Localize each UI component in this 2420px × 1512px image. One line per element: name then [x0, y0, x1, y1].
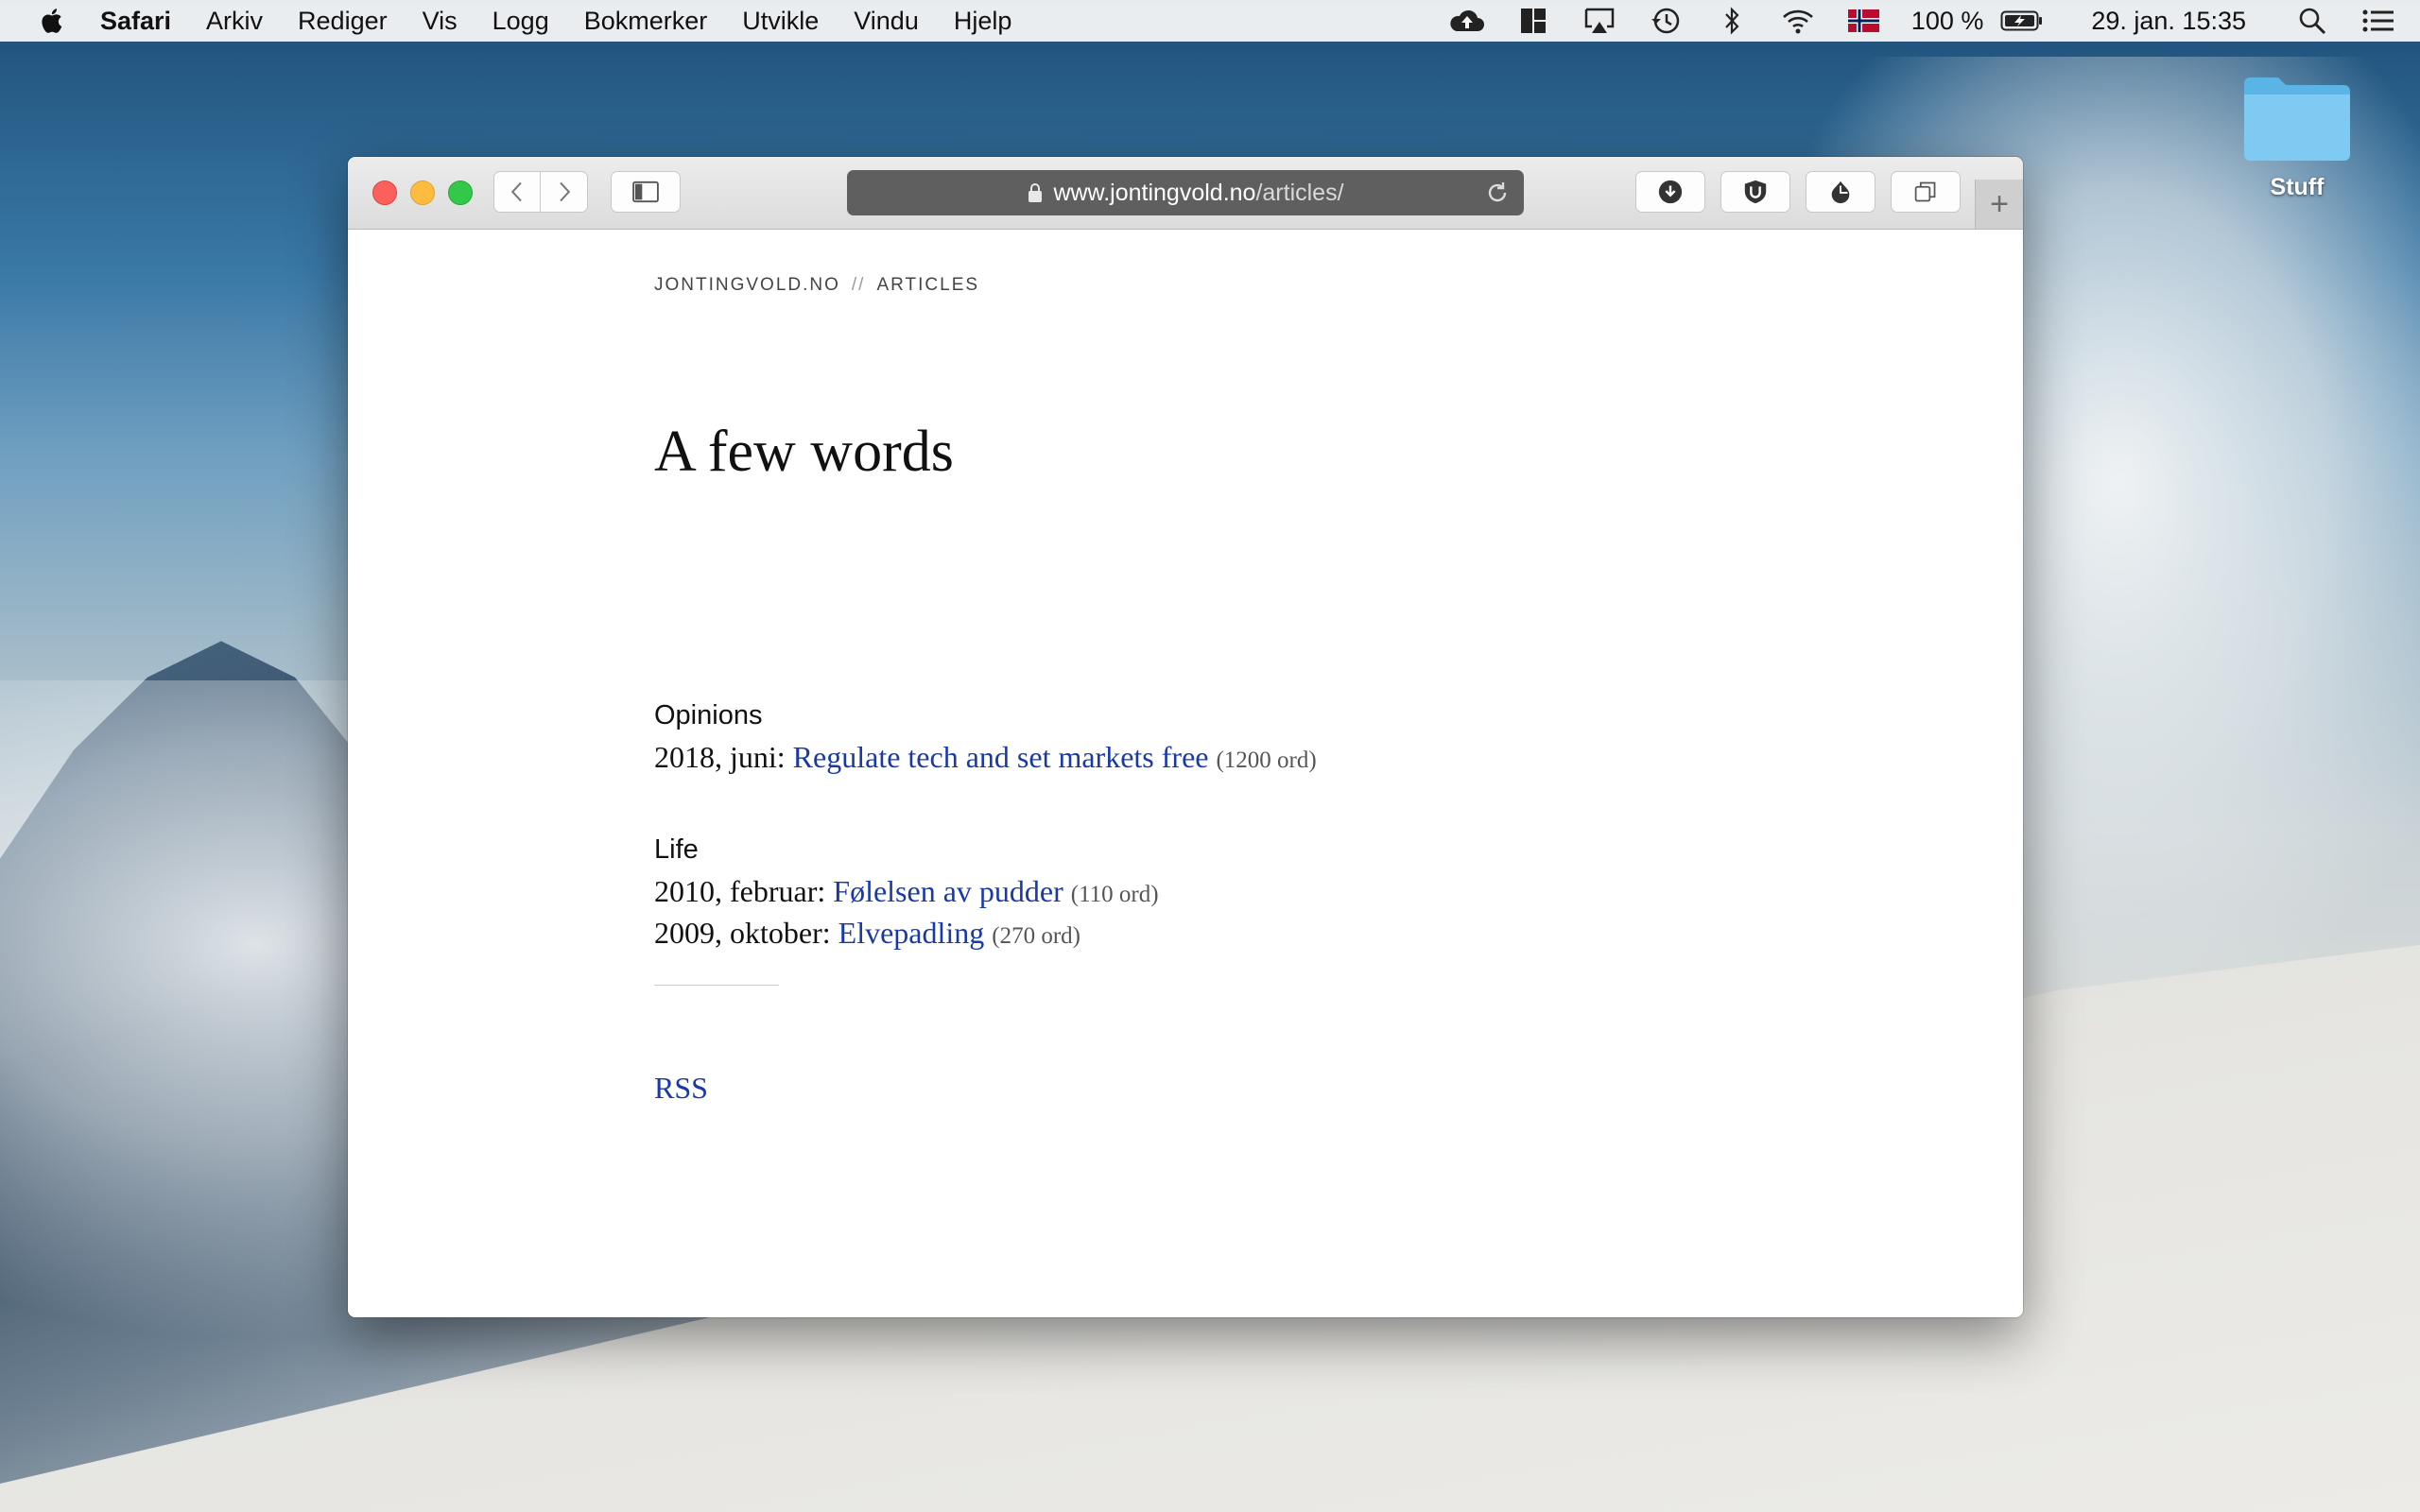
forward-icon [559, 181, 570, 202]
tab-overview-button[interactable] [1891, 171, 1961, 213]
article-entry: 2009, oktober: Elvepadling (270 ord) [654, 916, 1080, 951]
sidebar-button[interactable] [611, 171, 681, 213]
menu-utvikle[interactable]: Utvikle [742, 7, 819, 36]
breadcrumb-separator: // [851, 275, 866, 295]
desktop-folder-stuff[interactable]: Stuff [2231, 68, 2363, 201]
article-link[interactable]: Regulate tech and set markets free [793, 740, 1209, 774]
forward-button[interactable] [541, 171, 588, 213]
cloud-upload-icon[interactable] [1448, 5, 1486, 37]
sidebar-icon [632, 180, 659, 203]
section-heading-life: Life [654, 834, 699, 865]
menu-logg[interactable]: Logg [493, 7, 549, 36]
url-path: /articles/ [1255, 179, 1344, 206]
menu-app-name[interactable]: Safari [100, 7, 171, 36]
ublock-extension-button[interactable] [1720, 171, 1790, 213]
extension-drop-icon [1831, 180, 1850, 204]
article-link[interactable]: Følelsen av pudder [833, 874, 1063, 908]
article-word-count: (110 ord) [1070, 882, 1159, 907]
norwegian-flag-icon[interactable] [1845, 5, 1883, 37]
drop-extension-button[interactable] [1806, 171, 1876, 213]
page-title: A few words [654, 420, 954, 484]
tabs-overview-icon [1914, 181, 1936, 202]
article-word-count: (1200 ord) [1216, 747, 1317, 773]
url-host: www.jontingvold.no [1053, 179, 1256, 206]
minimize-window-button[interactable] [410, 180, 435, 205]
new-tab-button[interactable]: + [1975, 180, 2023, 229]
close-window-button[interactable] [372, 180, 397, 205]
maximize-window-button[interactable] [448, 180, 473, 205]
safari-toolbar: www.jontingvold.no/articles/ + [348, 157, 2023, 230]
menu-arkiv[interactable]: Arkiv [206, 7, 263, 36]
status-area: 100 % 29. jan. 15:35 [1448, 5, 2420, 37]
download-icon [1658, 180, 1683, 204]
breadcrumb-articles-link[interactable]: ARTICLES [876, 275, 979, 295]
article-link[interactable]: Elvepadling [838, 916, 985, 950]
lock-icon [1028, 183, 1043, 202]
article-date: 2018, juni: [654, 740, 786, 774]
breadcrumb-home-link[interactable]: JONTINGVOLD.NO [654, 275, 840, 295]
menu-bokmerker[interactable]: Bokmerker [584, 7, 708, 36]
spotlight-icon[interactable] [2293, 5, 2331, 37]
article-entry: 2010, februar: Følelsen av pudder (110 o… [654, 874, 1159, 909]
address-bar[interactable]: www.jontingvold.no/articles/ [847, 170, 1524, 215]
folder-icon [2240, 68, 2354, 163]
menu-vindu[interactable]: Vindu [854, 7, 919, 36]
menu-rediger[interactable]: Rediger [298, 7, 388, 36]
section-divider [654, 985, 779, 986]
extension-u-icon [1744, 180, 1767, 204]
breadcrumb: JONTINGVOLD.NO // ARTICLES [654, 275, 979, 296]
layout-icon[interactable] [1514, 5, 1552, 37]
bluetooth-icon[interactable] [1713, 5, 1751, 37]
reload-icon[interactable] [1484, 180, 1511, 206]
back-icon [510, 181, 522, 202]
menu-vis[interactable]: Vis [423, 7, 458, 36]
back-button[interactable] [493, 171, 541, 213]
wifi-icon[interactable] [1779, 5, 1817, 37]
menu-clock[interactable]: 29. jan. 15:35 [2091, 7, 2246, 36]
time-machine-icon[interactable] [1647, 5, 1685, 37]
web-page: JONTINGVOLD.NO // ARTICLES A few words Opi… [348, 230, 2023, 1317]
battery-icon[interactable] [2000, 5, 2044, 37]
battery-percent[interactable]: 100 % [1911, 7, 1984, 36]
new-tab-icon: + [1990, 185, 2009, 222]
airplay-icon[interactable] [1581, 5, 1618, 37]
rss-link[interactable]: RSS [654, 1071, 708, 1106]
article-date: 2010, februar: [654, 874, 826, 908]
section-heading-opinions: Opinions [654, 700, 763, 730]
article-date: 2009, oktober: [654, 916, 831, 950]
menu-bar: Safari Arkiv Rediger Vis Logg Bokmerker … [0, 0, 2420, 42]
menu-hjelp[interactable]: Hjelp [954, 7, 1012, 36]
article-entry: 2018, juni: Regulate tech and set market… [654, 740, 1317, 775]
apple-menu-icon[interactable] [38, 6, 68, 36]
article-word-count: (270 ord) [992, 923, 1080, 949]
notification-center-icon[interactable] [2360, 5, 2397, 37]
downloads-button[interactable] [1635, 171, 1705, 213]
folder-label: Stuff [2270, 174, 2325, 200]
safari-window: www.jontingvold.no/articles/ + JONTINGVO… [348, 157, 2023, 1317]
